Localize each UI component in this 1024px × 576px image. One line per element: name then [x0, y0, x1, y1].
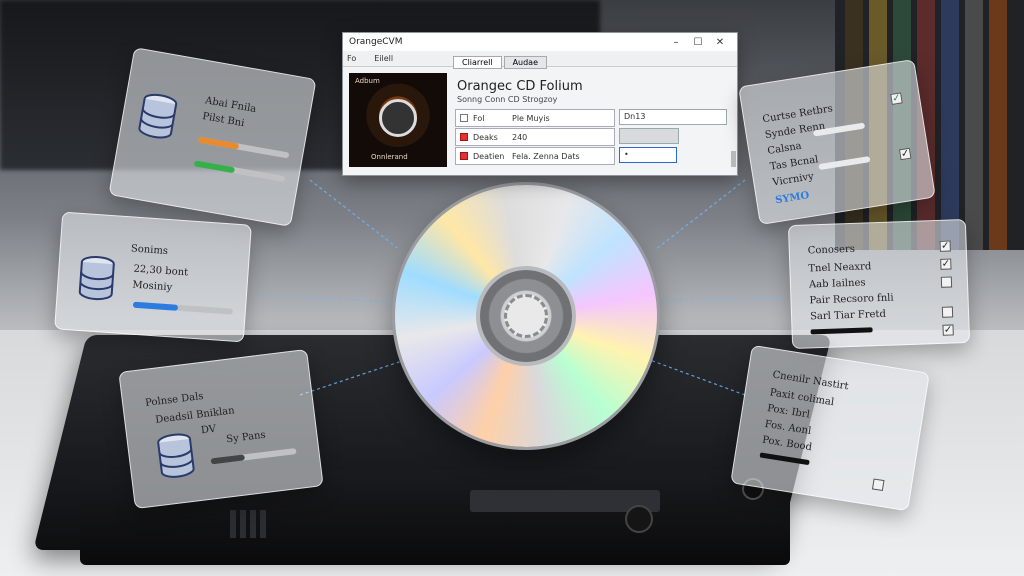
card-label: Mosiniy [132, 279, 173, 294]
card-label: Tnel Neaxrd [808, 261, 872, 275]
card-label: 22,30 bont [133, 263, 189, 279]
card-label: Pair Recsoro fnli [809, 292, 894, 307]
card-top-right: Curtse Retbrs Synde Renn Calsna Tas Bcna… [738, 58, 936, 226]
card-mid-right: Conosers Tnel Neaxrd Aab Iailnes Pair Re… [787, 218, 971, 350]
progress-fill [132, 301, 179, 311]
card-label: Pox. Bood [761, 434, 813, 454]
database-icon [78, 256, 115, 301]
progress-bar [759, 452, 810, 466]
checkbox-checked[interactable]: ✓ [939, 240, 951, 252]
menu-item-edit[interactable]: Eilell [374, 54, 393, 63]
scrollbar[interactable] [731, 151, 736, 167]
menu-item-file[interactable]: Fo [347, 54, 356, 63]
track-row[interactable]: Fol Ple Muyis [455, 109, 615, 127]
app-window: OrangeCVM – ☐ ✕ Fo Eilell Cliarrell Auda… [342, 32, 738, 176]
disc-center-hole [504, 294, 548, 338]
track-row[interactable]: Deatien Fela. Zenna Dats [455, 147, 615, 165]
card-label: Pilst Bni [201, 111, 246, 130]
card-label: Polnse Dals [144, 390, 205, 409]
tab-audio[interactable]: Audae [503, 56, 548, 69]
checkbox[interactable] [871, 478, 885, 492]
album-cover: Adbum Onnlerand [349, 73, 447, 167]
album-subheading: Sonng Conn CD Strogzoy [457, 95, 558, 104]
checkbox-checked[interactable]: ✓ [940, 258, 952, 270]
card-label: Tas Bcnal [769, 154, 820, 173]
progress-bar [197, 136, 290, 159]
minimize-icon[interactable]: – [665, 37, 687, 48]
card-label: Sy Pans [225, 429, 267, 446]
track-field-disabled [619, 128, 679, 144]
card-label: Calsna [766, 140, 803, 157]
database-icon [157, 433, 195, 478]
checkbox[interactable] [941, 306, 954, 318]
card-label: Vicrnivy [771, 171, 815, 189]
checkbox-checked[interactable]: ✓ [890, 92, 903, 105]
progress-bar [193, 160, 286, 183]
checkbox-checked[interactable]: ✓ [942, 324, 954, 336]
title-bar: OrangeCVM – ☐ ✕ [343, 33, 737, 51]
card-label: Sonims [130, 243, 169, 257]
card-label: Aab Iailnes [808, 277, 866, 291]
row-checkbox[interactable] [460, 152, 468, 160]
cover-disc-icon [379, 99, 417, 137]
card-label: Pox: Ibrl [766, 403, 811, 421]
card-label: Deadsil Bniklan [154, 405, 236, 426]
checkbox-checked[interactable]: ✓ [898, 147, 912, 161]
tab-channel[interactable]: Cliarrell [453, 56, 502, 69]
checkbox[interactable] [940, 276, 953, 288]
progress-fill [210, 454, 246, 465]
row-checkbox[interactable] [460, 114, 468, 122]
progress-fill [197, 136, 240, 150]
track-field-select[interactable]: • [619, 147, 677, 163]
progress-bar [810, 327, 873, 335]
album-heading: Orangec CD Folium [457, 79, 583, 94]
database-icon [138, 93, 178, 139]
close-icon[interactable]: ✕ [709, 37, 731, 48]
card-label: Sarl Tiar Fretd [809, 308, 887, 323]
track-row[interactable]: Deaks 240 [455, 128, 615, 146]
card-label: DV [200, 423, 217, 437]
tab-strip: Cliarrell Audae [453, 56, 549, 69]
window-title: OrangeCVM [349, 37, 403, 47]
progress-bar [210, 448, 297, 465]
card-mid-left: Sonims 22,30 bont Mosiniy [54, 211, 252, 343]
input-bar[interactable] [818, 156, 871, 171]
card-top-left: Abai Fnila Pilst Bni [108, 47, 317, 227]
track-field-input[interactable]: Dn13 [619, 109, 727, 125]
maximize-icon[interactable]: ☐ [687, 37, 709, 48]
card-bottom-left: Polnse Dals Deadsil Bniklan DV Sy Pans [118, 348, 324, 510]
card-label: SYMO [774, 190, 811, 207]
card-label: Conosers [807, 243, 856, 257]
row-checkbox[interactable] [460, 133, 468, 141]
progress-bar [132, 301, 233, 315]
card-bottom-right: Cnenilr Nastirt Paxit colimal Pox: Ibrl … [730, 344, 930, 512]
cover-top-label: Adbum [355, 77, 380, 85]
card-label: Fos. Aonl [763, 418, 812, 438]
cover-bottom-label: Onnlerand [371, 153, 408, 161]
progress-fill [193, 160, 236, 174]
